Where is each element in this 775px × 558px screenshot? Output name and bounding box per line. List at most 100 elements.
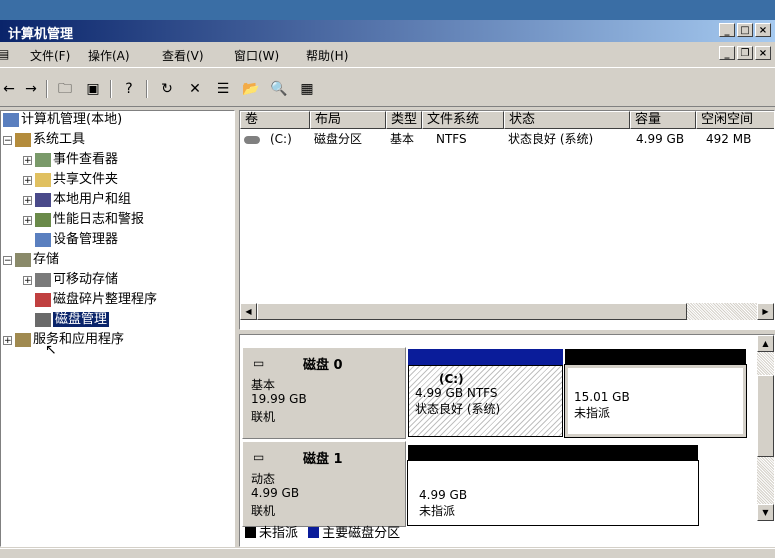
collapse-toggle[interactable]: − [3,256,12,266]
partition-status: 未指派 [419,504,456,518]
mdi-minimize-button[interactable]: _ [719,46,735,60]
tree-node-root[interactable]: 计算机管理(本地) [3,111,122,129]
storage-icon [15,252,31,267]
partition-unallocated-1[interactable]: 4.99 GB 未指派 [407,445,699,526]
expand-toggle[interactable]: + [3,336,12,346]
partition-unallocated-0[interactable]: 15.01 GB 未指派 [564,349,747,438]
tree-node-defrag[interactable]: 磁盘碎片整理程序 [35,291,157,309]
partition-c[interactable]: (C:) 4.99 GB NTFS 状态良好 (系统) [408,349,563,437]
expand-toggle[interactable]: + [23,196,32,206]
menu-view[interactable]: 查看(V) [162,47,204,64]
cell-free-space: 492 MB [706,132,752,146]
expand-toggle[interactable]: + [23,216,32,226]
help-icon[interactable]: ? [120,80,138,98]
tree-node-device-manager[interactable]: 设备管理器 [35,231,118,249]
window-titlebar[interactable]: 计算机管理 _ □ × [0,20,775,42]
column-header-free-space[interactable]: 空闲空间 [696,111,774,129]
removable-storage-icon [35,272,51,287]
window-title: 计算机管理 [8,27,74,42]
performance-icon [35,212,51,227]
disk-view-icon[interactable]: ▦ [298,80,316,98]
partition-size: 15.01 GB [574,390,630,404]
column-header-volume[interactable]: 卷 [240,111,310,129]
cell-status: 状态良好 (系统) [508,132,594,146]
expand-toggle[interactable]: + [23,176,32,186]
scroll-left-button[interactable]: ◀ [240,303,257,320]
tree-node-services-apps[interactable]: 服务和应用程序 [15,331,124,349]
users-icon [35,192,51,207]
event-viewer-icon [35,152,51,167]
cell-capacity: 4.99 GB [636,132,685,146]
maximize-button[interactable]: □ [737,23,753,37]
toolbar-separator [46,80,48,98]
forward-icon[interactable]: → [22,80,40,98]
menu-help[interactable]: 帮助(H) [306,47,348,64]
mouse-cursor-icon: ↖ [45,342,57,358]
column-header-capacity[interactable]: 容量 [630,111,696,129]
scroll-thumb[interactable] [757,375,774,457]
expand-toggle[interactable]: + [23,156,32,166]
expand-toggle[interactable]: + [23,276,32,286]
tree-node-perf-logs[interactable]: 性能日志和警报 [35,211,144,229]
cell-volume: (C:) [270,132,292,146]
search-icon[interactable]: 🔍 [270,80,288,98]
app-menu-icon[interactable]: ▤ [0,47,9,61]
volume-icon [244,131,260,147]
tools-icon [15,132,31,147]
disk-icon: ▭ [253,450,265,464]
console-tree: 计算机管理(本地) − 系统工具 + 事件查看器 + 共享文件夹 + 本地用户和… [0,110,235,547]
disk-0-label[interactable]: ▭ 磁盘 0 基本 19.99 GB 联机 [242,347,406,439]
tree-node-event-viewer[interactable]: 事件查看器 [35,151,118,169]
delete-icon[interactable]: ✕ [186,80,204,98]
vertical-scrollbar[interactable]: ▲ ▼ [757,335,774,521]
partition-size: 4.99 GB NTFS [415,386,498,400]
back-icon[interactable]: ← [0,80,18,98]
refresh-icon[interactable]: ↻ [158,80,176,98]
toolbar-separator [146,80,148,98]
disk-icon: ▭ [253,356,265,370]
disk-graphical-view: ▭ 磁盘 0 基本 19.99 GB 联机 (C:) 4.99 GB NTFS … [239,334,775,547]
tree-node-disk-management[interactable]: 磁盘管理 [35,311,110,329]
toolbar: ← → 🗀 ▣ ? ↻ ✕ ☰ 📂 🔍 ▦ [0,67,775,107]
column-header-layout[interactable]: 布局 [310,111,386,129]
tree-node-removable-storage[interactable]: 可移动存储 [35,271,118,289]
column-header-status[interactable]: 状态 [504,111,630,129]
partition-color-bar [408,445,698,461]
minimize-button[interactable]: _ [719,23,735,37]
close-button[interactable]: × [755,23,771,37]
tree-node-local-users[interactable]: 本地用户和组 [35,191,131,209]
column-header-type[interactable]: 类型 [386,111,422,129]
horizontal-scrollbar[interactable]: ◀ ▶ [239,303,775,321]
collapse-toggle[interactable]: − [3,136,12,146]
partition-label: (C:) [439,372,464,386]
mdi-close-button[interactable]: × [755,46,771,60]
cell-layout: 磁盘分区 [314,132,363,146]
cell-filesystem: NTFS [436,132,467,146]
toolbar-separator [110,80,112,98]
show-hide-tree-icon[interactable]: ▣ [84,80,102,98]
menu-file[interactable]: 文件(F) [30,47,70,64]
menu-bar: ▤ 文件(F) 操作(A) 查看(V) 窗口(W) 帮助(H) _ ❐ × [0,43,775,65]
scroll-up-button[interactable]: ▲ [757,335,774,352]
legend-swatch-unallocated [245,527,256,538]
scroll-right-button[interactable]: ▶ [757,303,774,320]
tree-node-system-tools[interactable]: 系统工具 [15,131,85,149]
tree-node-storage[interactable]: 存储 [15,251,59,269]
partition-status: 未指派 [574,406,611,420]
disk-1-label[interactable]: ▭ 磁盘 1 动态 4.99 GB 联机 [242,441,406,527]
properties-icon[interactable]: ☰ [214,80,232,98]
menu-window[interactable]: 窗口(W) [234,47,279,64]
defrag-icon [35,292,51,307]
partition-size: 4.99 GB [419,488,468,502]
legend-swatch-primary [308,527,320,538]
partition-color-bar [565,349,746,365]
menu-action[interactable]: 操作(A) [88,47,130,64]
tree-node-shared-folders[interactable]: 共享文件夹 [35,171,118,189]
up-folder-icon[interactable]: 🗀 [56,80,74,98]
scroll-down-button[interactable]: ▼ [757,504,774,521]
mdi-restore-button[interactable]: ❐ [737,46,753,60]
scroll-thumb[interactable] [257,303,687,320]
disk-management-icon [35,312,51,327]
column-header-filesystem[interactable]: 文件系统 [422,111,504,129]
open-folder-icon[interactable]: 📂 [242,80,260,98]
